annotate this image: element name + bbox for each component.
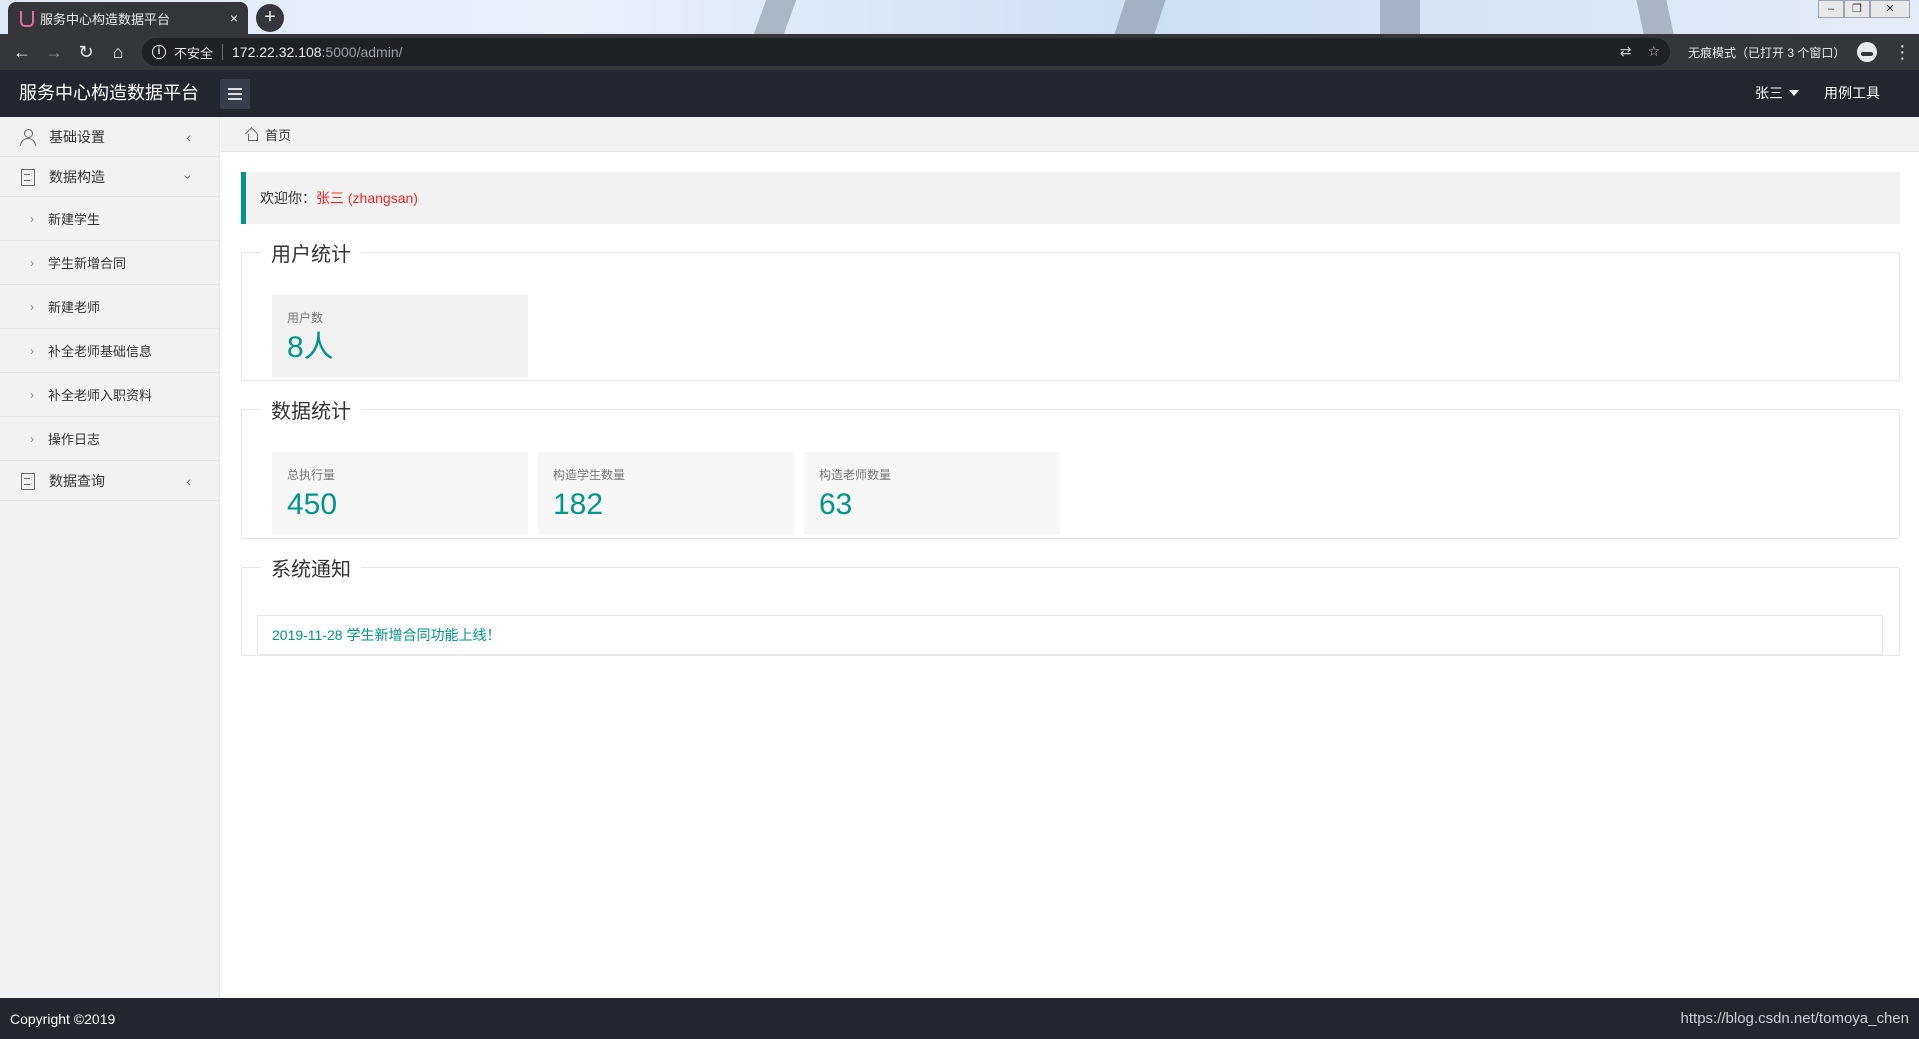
tab-close-icon[interactable]: ×: [230, 10, 238, 26]
flask-icon: [18, 10, 34, 27]
stat-card-total-exec: 总执行量 450: [272, 452, 528, 535]
app-logo[interactable]: 服务中心构造数据平台: [19, 70, 199, 117]
user-name: 张三: [1755, 85, 1783, 101]
sidebar-subitem-operation-log[interactable]: › 操作日志: [0, 417, 219, 461]
new-tab-button[interactable]: +: [256, 4, 284, 32]
notice-panel: 系统通知 2019-11-28 学生新增合同功能上线！: [241, 553, 1900, 656]
sidebar-subitem-label: 新建老师: [48, 300, 101, 315]
reload-icon[interactable]: ↻: [70, 42, 102, 63]
sidebar-subitem-label: 补全老师入职资料: [48, 388, 153, 403]
sidebar-subitem-label: 学生新增合同: [48, 256, 127, 271]
security-label: 不安全: [174, 45, 214, 61]
data-stats-title: 数据统计: [271, 401, 351, 423]
sidebar-subitem-teacher-onboarding[interactable]: › 补全老师入职资料: [0, 373, 219, 417]
star-icon[interactable]: ☆: [1647, 43, 1660, 60]
user-icon: [19, 128, 37, 146]
document-icon: [19, 472, 37, 490]
stat-card-students: 构造学生数量 182: [538, 452, 794, 535]
copyright: Copyright ©2019: [10, 1010, 116, 1027]
sidebar-item-label: 基础设置: [49, 128, 105, 145]
url-path: :5000/admin/: [321, 44, 403, 60]
caret-down-icon: [1789, 89, 1799, 96]
sidebar-subitem-label: 补全老师基础信息: [48, 344, 153, 359]
menu-toggle-icon[interactable]: [220, 79, 250, 109]
stat-card-teachers: 构造老师数量 63: [804, 452, 1060, 535]
home-icon: [245, 128, 259, 141]
sidebar-subitem-label: 操作日志: [48, 432, 101, 447]
chevron-right-icon: ›: [30, 299, 34, 314]
sidebar-item-data-query[interactable]: 数据查询 ‹: [0, 461, 219, 501]
welcome-banner: 欢迎你： 张三 (zhangsan): [241, 172, 1900, 224]
chevron-right-icon: ›: [30, 343, 34, 358]
watermark: https://blog.csdn.net/tomoya_chen: [1680, 1010, 1909, 1027]
breadcrumb-home[interactable]: 首页: [265, 125, 291, 144]
chevron-left-icon: ‹: [186, 473, 191, 489]
url-host: 172.22.32.108: [232, 44, 322, 60]
translate-icon[interactable]: ⇄: [1620, 43, 1632, 60]
sidebar-item-basic-settings[interactable]: 基础设置 ‹: [0, 117, 219, 157]
data-stats-panel: 数据统计 总执行量 450 构造学生数量 182 构造老师数量 63: [241, 395, 1900, 539]
sidebar-subitem-label: 新建学生: [48, 212, 101, 227]
app-header: 服务中心构造数据平台 张三 用例工具: [0, 70, 1919, 117]
sidebar-subitem-student-contract[interactable]: › 学生新增合同: [0, 241, 219, 285]
window-close-button[interactable]: ✕: [1870, 0, 1910, 18]
browser-tab[interactable]: 服务中心构造数据平台 ×: [8, 2, 248, 34]
sidebar-subitem-teacher-basic-info[interactable]: › 补全老师基础信息: [0, 329, 219, 373]
document-icon: [19, 168, 37, 186]
chevron-down-icon: ›: [180, 174, 197, 180]
stat-value: 182: [553, 488, 604, 521]
stat-card-user-count: 用户数 8人: [272, 295, 528, 378]
user-menu[interactable]: 张三: [1755, 70, 1799, 117]
welcome-user: 张三 (zhangsan): [316, 190, 418, 206]
sidebar-item-label: 数据构造: [49, 168, 105, 185]
stat-label: 用户数: [287, 311, 324, 325]
browser-tab-strip: 服务中心构造数据平台 × + ‒ ❐ ✕: [0, 0, 1919, 34]
browser-toolbar: ← → ↻ ⌂ i 不安全 172.22.32.108 :5000/admin/…: [0, 34, 1919, 70]
browser-menu-icon[interactable]: ⋮: [1893, 42, 1911, 63]
user-stats-panel: 用户统计 用户数 8人: [241, 238, 1900, 381]
breadcrumb: 首页: [221, 117, 1919, 152]
footer: Copyright ©2019 https://blog.csdn.net/to…: [0, 998, 1919, 1039]
chevron-right-icon: ›: [30, 387, 34, 402]
stat-label: 总执行量: [287, 468, 336, 482]
chevron-right-icon: ›: [30, 431, 34, 446]
stat-value: 8人: [287, 331, 334, 364]
sidebar-subitem-new-teacher[interactable]: › 新建老师: [0, 285, 219, 329]
back-icon[interactable]: ←: [6, 42, 38, 63]
window-minimize-button[interactable]: ‒: [1818, 0, 1844, 18]
stat-value: 450: [287, 488, 338, 521]
chevron-left-icon: ‹: [186, 129, 191, 145]
forward-icon[interactable]: →: [38, 42, 70, 63]
tools-link[interactable]: 用例工具: [1824, 70, 1880, 117]
user-stats-title: 用户统计: [271, 244, 351, 266]
chevron-right-icon: ›: [30, 255, 34, 270]
notice-item[interactable]: 2019-11-28 学生新增合同功能上线！: [257, 615, 1883, 655]
stat-label: 构造老师数量: [819, 468, 892, 482]
home-icon[interactable]: ⌂: [102, 42, 134, 63]
divider: [222, 44, 224, 60]
incognito-label[interactable]: 无痕模式（已打开 3 个窗口）: [1688, 44, 1845, 61]
incognito-icon[interactable]: [1857, 42, 1878, 62]
sidebar-subitem-new-student[interactable]: › 新建学生: [0, 197, 219, 241]
address-bar[interactable]: i 不安全 172.22.32.108 :5000/admin/ ⇄ ☆: [142, 38, 1670, 66]
sidebar-item-data-build[interactable]: 数据构造 ›: [0, 157, 219, 197]
sidebar-item-label: 数据查询: [49, 472, 105, 489]
stat-value: 63: [819, 488, 853, 521]
notice-title: 系统通知: [271, 559, 351, 581]
browser-tab-title: 服务中心构造数据平台: [40, 11, 171, 27]
welcome-prefix: 欢迎你：: [260, 190, 316, 206]
sidebar: 基础设置 ‹ 数据构造 › › 新建学生 › 学生新增合同 › 新建老师 › 补…: [0, 117, 220, 998]
window-restore-button[interactable]: ❐: [1844, 0, 1870, 18]
chevron-right-icon: ›: [30, 211, 34, 226]
stat-label: 构造学生数量: [553, 468, 626, 482]
info-icon[interactable]: i: [152, 45, 166, 59]
